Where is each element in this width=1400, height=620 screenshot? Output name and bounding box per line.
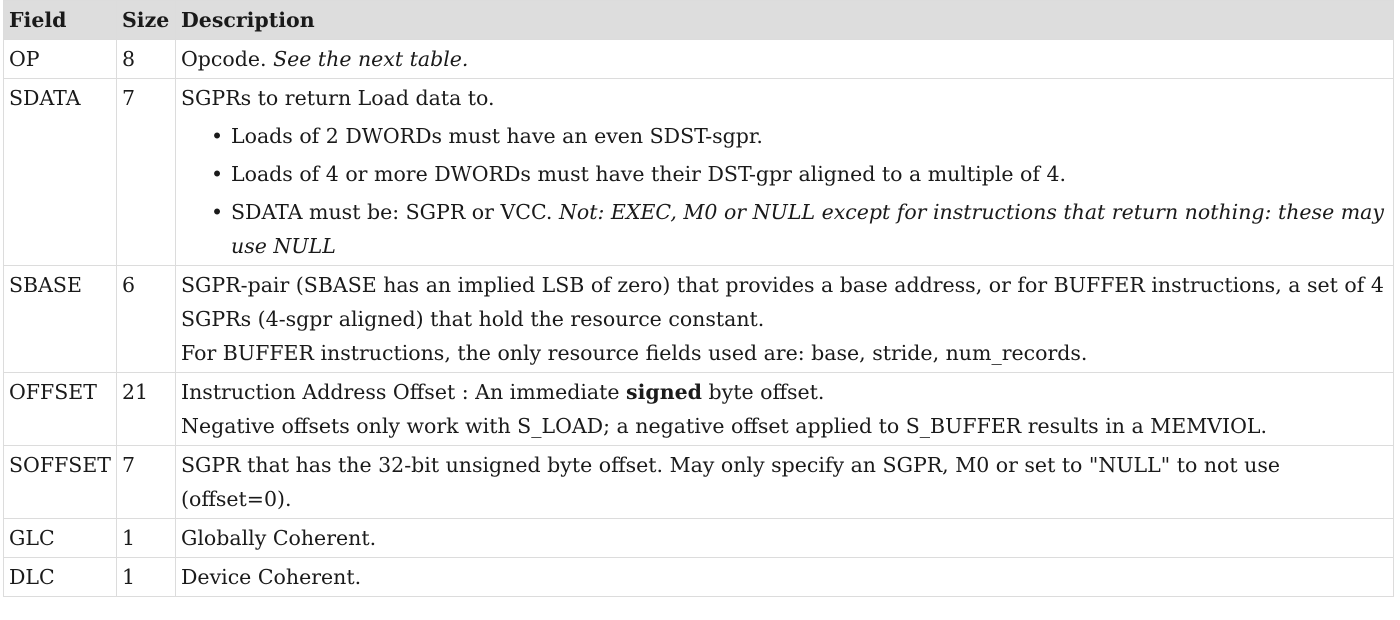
cell-description: Instruction Address Offset : An immediat… <box>175 372 1394 446</box>
table-row-sdata: SDATA 7 SGPRs to return Load data to. Lo… <box>3 78 1394 266</box>
header-description: Description <box>175 0 1394 40</box>
cell-description: Device Coherent. <box>175 557 1394 597</box>
cell-field: DLC <box>3 557 117 597</box>
header-field: Field <box>3 0 117 40</box>
table-row-offset: OFFSET 21 Instruction Address Offset : A… <box>3 372 1394 446</box>
cell-field: OP <box>3 39 117 79</box>
cell-description: SGPR-pair (SBASE has an implied LSB of z… <box>175 265 1394 373</box>
table-row-glc: GLC 1 Globally Coherent. <box>3 518 1394 558</box>
cell-size: 7 <box>116 445 176 519</box>
description-text: Opcode. <box>181 47 267 71</box>
bullet-list: Loads of 2 DWORDs must have an even SDST… <box>181 119 1388 263</box>
list-item: Loads of 4 or more DWORDs must have thei… <box>211 157 1388 191</box>
table-row-soffset: SOFFSET 7 SGPR that has the 32-bit unsig… <box>3 445 1394 519</box>
cell-size: 21 <box>116 372 176 446</box>
cell-field: SBASE <box>3 265 117 373</box>
description-line: SGPR-pair (SBASE has an implied LSB of z… <box>181 273 1384 331</box>
table-body: OP 8 Opcode. See the next table. SDATA 7… <box>3 39 1394 597</box>
cell-description: SGPRs to return Load data to. Loads of 2… <box>175 78 1394 266</box>
cell-size: 6 <box>116 265 176 373</box>
description-text: byte offset. <box>708 380 825 404</box>
table-header: Field Size Description <box>3 0 1394 40</box>
cell-field: SOFFSET <box>3 445 117 519</box>
list-item-text: SDATA must be: SGPR or VCC. <box>231 200 553 224</box>
description-bold: signed <box>626 380 702 404</box>
cell-size: 1 <box>116 518 176 558</box>
list-item: SDATA must be: SGPR or VCC. Not: EXEC, M… <box>211 195 1388 263</box>
cell-size: 1 <box>116 557 176 597</box>
header-row: Field Size Description <box>3 0 1394 40</box>
table-row-dlc: DLC 1 Device Coherent. <box>3 557 1394 597</box>
cell-field: SDATA <box>3 78 117 266</box>
description-line: Instruction Address Offset : An immediat… <box>181 375 1388 409</box>
cell-description: Opcode. See the next table. <box>175 39 1394 79</box>
description-text: SGPRs to return Load data to. <box>181 86 495 110</box>
cell-field: OFFSET <box>3 372 117 446</box>
field-description-table: Field Size Description OP 8 Opcode. See … <box>3 0 1394 597</box>
cell-description: SGPR that has the 32-bit unsigned byte o… <box>175 445 1394 519</box>
cell-description: Globally Coherent. <box>175 518 1394 558</box>
description-line: Negative offsets only work with S_LOAD; … <box>181 414 1268 438</box>
description-line: For BUFFER instructions, the only resour… <box>181 341 1088 365</box>
description-text: Instruction Address Offset : An immediat… <box>181 380 620 404</box>
cell-size: 8 <box>116 39 176 79</box>
description-italic: See the next table. <box>273 47 469 71</box>
cell-size: 7 <box>116 78 176 266</box>
table-row-sbase: SBASE 6 SGPR-pair (SBASE has an implied … <box>3 265 1394 373</box>
table-row-op: OP 8 Opcode. See the next table. <box>3 39 1394 79</box>
header-size: Size <box>116 0 176 40</box>
list-item: Loads of 2 DWORDs must have an even SDST… <box>211 119 1388 153</box>
cell-field: GLC <box>3 518 117 558</box>
